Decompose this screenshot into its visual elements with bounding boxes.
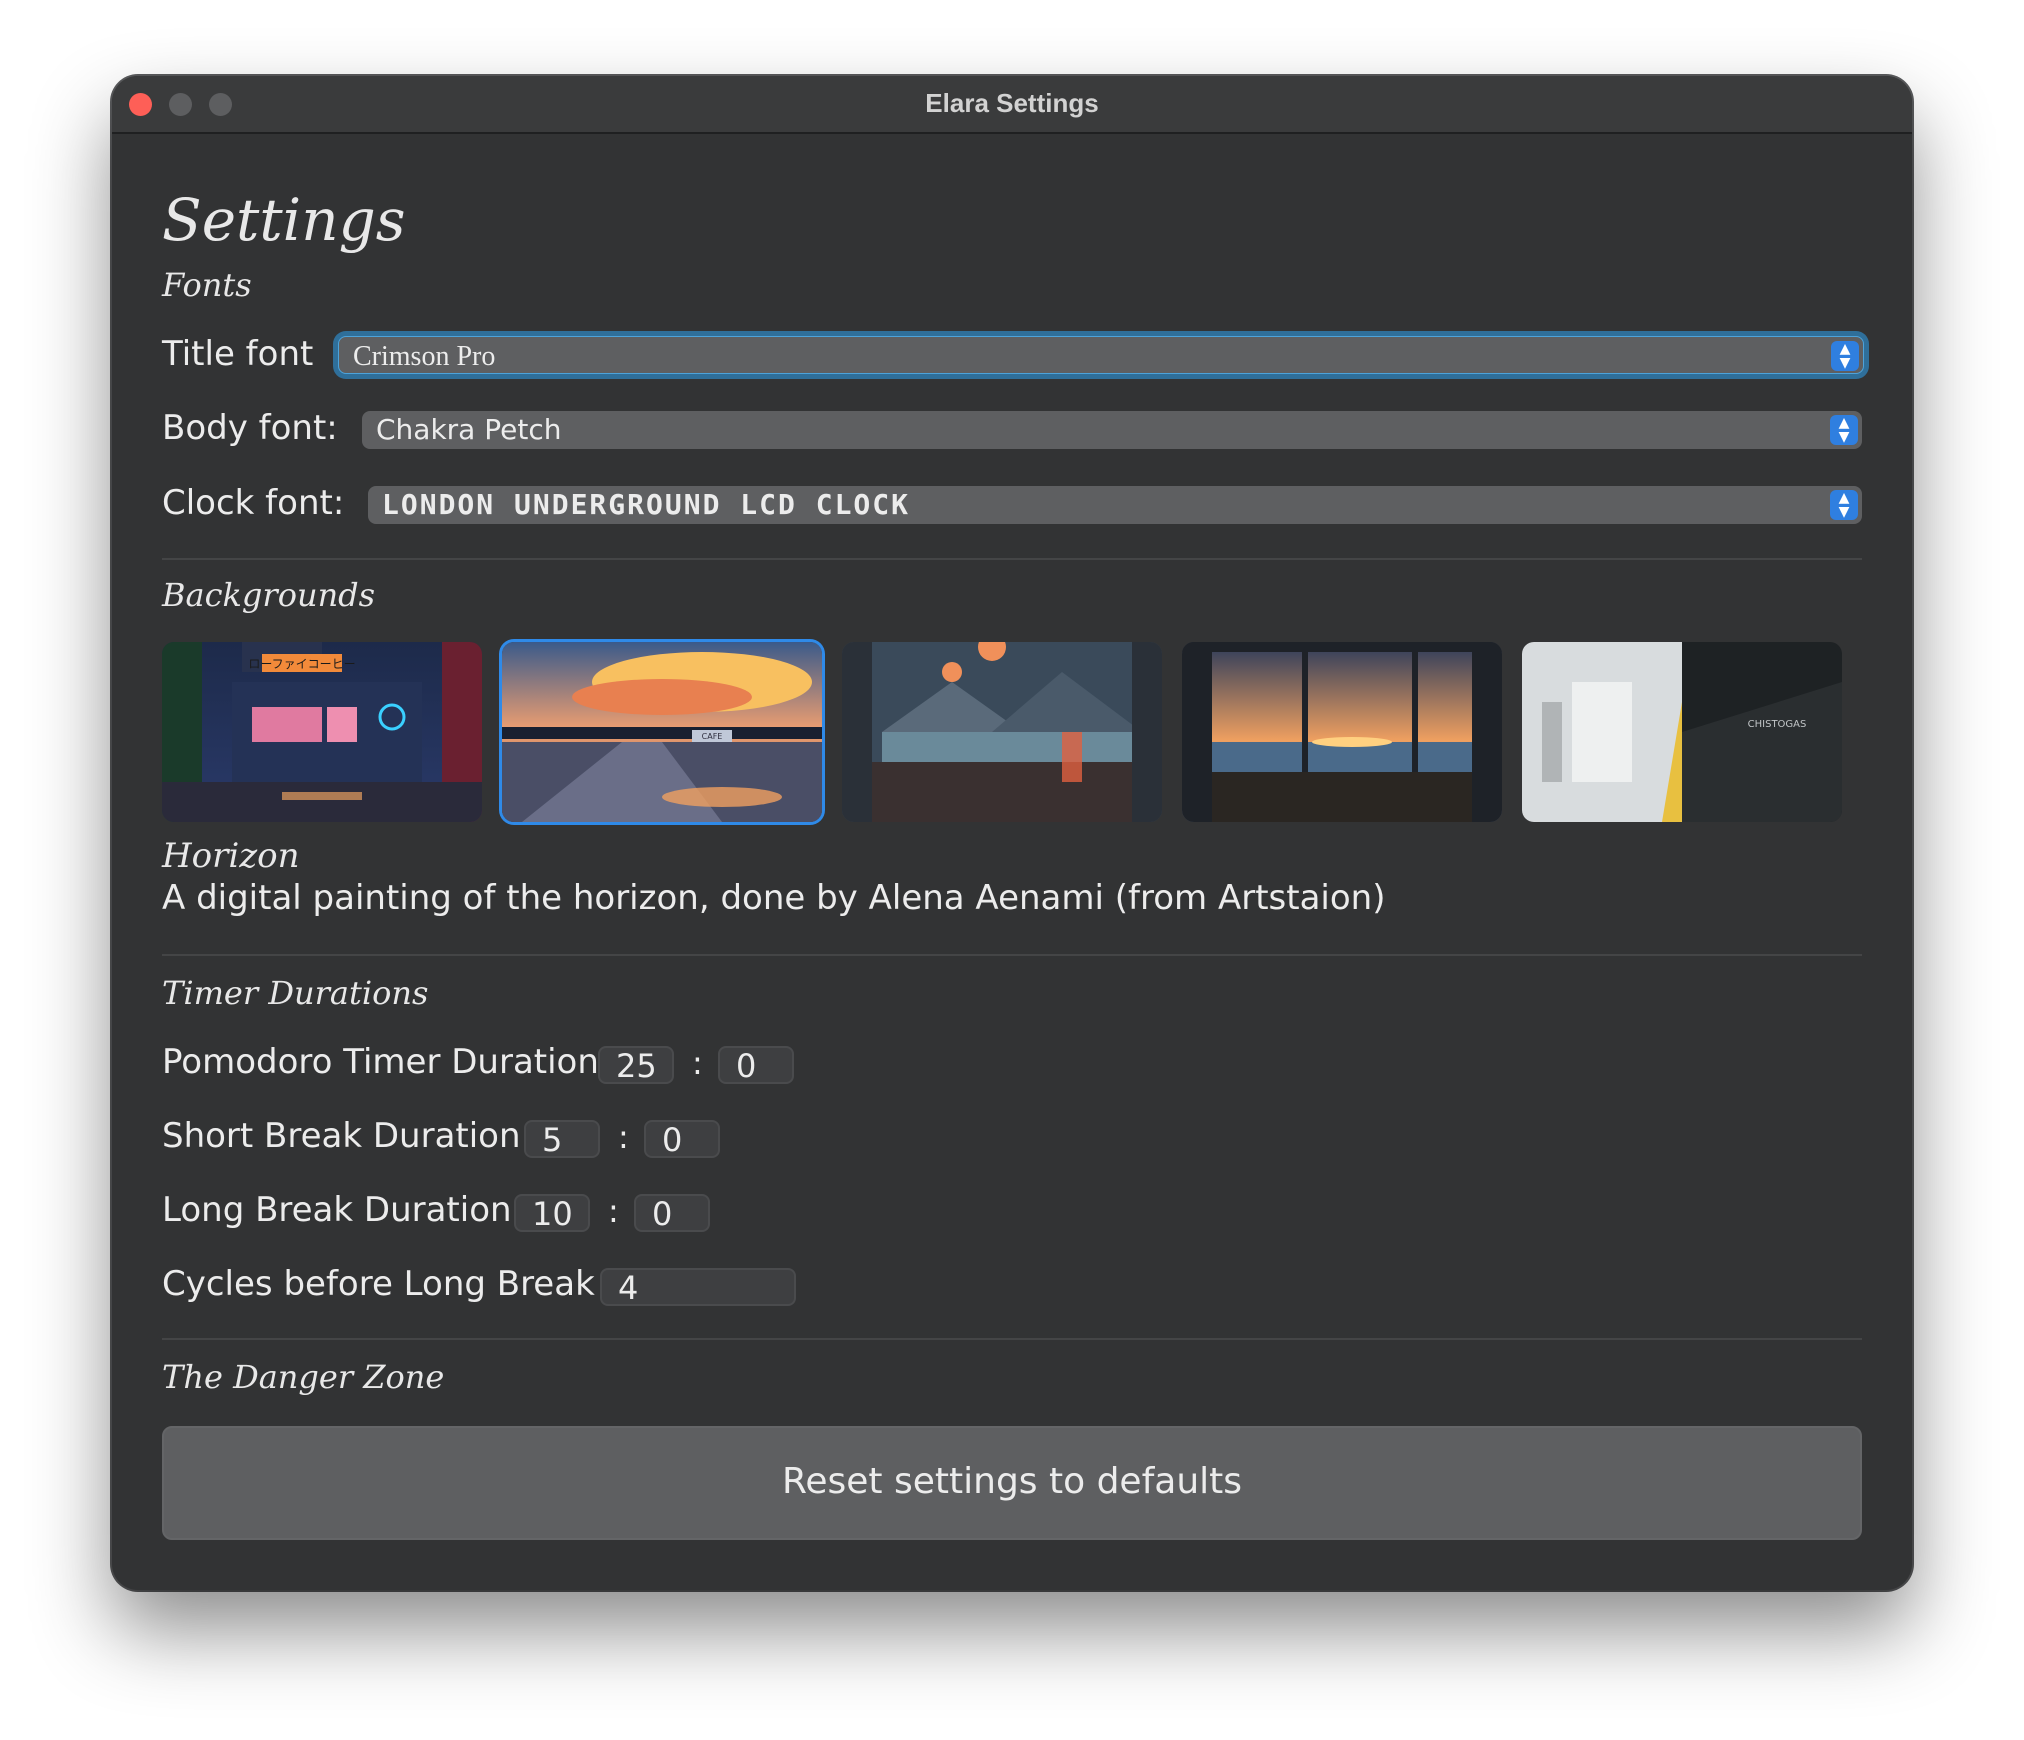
settings-window: Elara Settings Settings Fonts Title font… — [112, 76, 1912, 1590]
short-break-minutes-input[interactable]: 5 — [524, 1120, 600, 1158]
cafe-sign-text: ローファイコーヒー — [248, 657, 355, 671]
page-title: Settings — [162, 186, 406, 254]
select-chevrons-icon: ▲ ▼ — [1830, 415, 1858, 445]
body-font-label: Body font: — [162, 408, 338, 448]
divider — [162, 558, 1862, 560]
title-bar[interactable]: Elara Settings — [112, 76, 1912, 134]
long-break-seconds-input[interactable]: 0 — [634, 1194, 710, 1232]
fonts-section-title: Fonts — [162, 266, 252, 304]
window-title: Elara Settings — [925, 88, 1099, 118]
divider — [162, 1338, 1862, 1340]
background-thumbnail-lofi-cafe[interactable]: ローファイコーヒー — [162, 642, 482, 822]
short-break-label: Short Break Duration — [162, 1116, 521, 1156]
pomodoro-minutes-input[interactable]: 25 — [598, 1046, 674, 1084]
selected-background-title: Horizon — [162, 836, 300, 876]
subway-sign-text: CHISTOGAS — [1748, 719, 1807, 730]
title-font-label: Title font — [162, 334, 314, 374]
selected-background-description: A digital painting of the horizon, done … — [162, 878, 1386, 918]
cycles-input[interactable]: 4 — [600, 1268, 796, 1306]
horizon-sign-text: CAFE — [702, 732, 723, 741]
time-separator: : — [618, 1118, 629, 1156]
body-font-select[interactable]: Chakra Petch ▲ ▼ — [362, 411, 1862, 449]
backgrounds-section-title: Backgrounds — [162, 576, 376, 614]
body-font-value: Chakra Petch — [376, 413, 562, 446]
long-break-minutes-input[interactable]: 10 — [514, 1194, 590, 1232]
time-separator: : — [608, 1192, 619, 1230]
clock-font-select[interactable]: LONDON UNDERGROUND LCD CLOCK ▲ ▼ — [368, 486, 1862, 524]
background-thumbnail-beach-window[interactable] — [1182, 642, 1502, 822]
background-thumbnail-horizon[interactable]: CAFE — [502, 642, 822, 822]
clock-font-label: Clock font: — [162, 483, 345, 523]
time-separator: : — [692, 1044, 703, 1082]
pomodoro-seconds-input[interactable]: 0 — [718, 1046, 794, 1084]
background-thumbnail-mountain-room[interactable] — [842, 642, 1162, 822]
short-break-seconds-input[interactable]: 0 — [644, 1120, 720, 1158]
pomodoro-label: Pomodoro Timer Duration — [162, 1042, 599, 1082]
timer-section-title: Timer Durations — [162, 974, 429, 1012]
background-thumbnail-subway[interactable]: CHISTOGAS — [1522, 642, 1842, 822]
title-font-value: Crimson Pro — [353, 341, 496, 372]
danger-zone-title: The Danger Zone — [162, 1358, 445, 1396]
reset-settings-button[interactable]: Reset settings to defaults — [162, 1426, 1862, 1540]
divider — [162, 954, 1862, 956]
select-chevrons-icon: ▲ ▼ — [1830, 490, 1858, 520]
title-font-select[interactable]: Crimson Pro ▲ ▼ — [338, 336, 1864, 374]
cycles-label: Cycles before Long Break — [162, 1264, 595, 1304]
select-chevrons-icon: ▲ ▼ — [1831, 341, 1859, 371]
clock-font-value: LONDON UNDERGROUND LCD CLOCK — [382, 488, 911, 521]
long-break-label: Long Break Duration — [162, 1190, 512, 1230]
